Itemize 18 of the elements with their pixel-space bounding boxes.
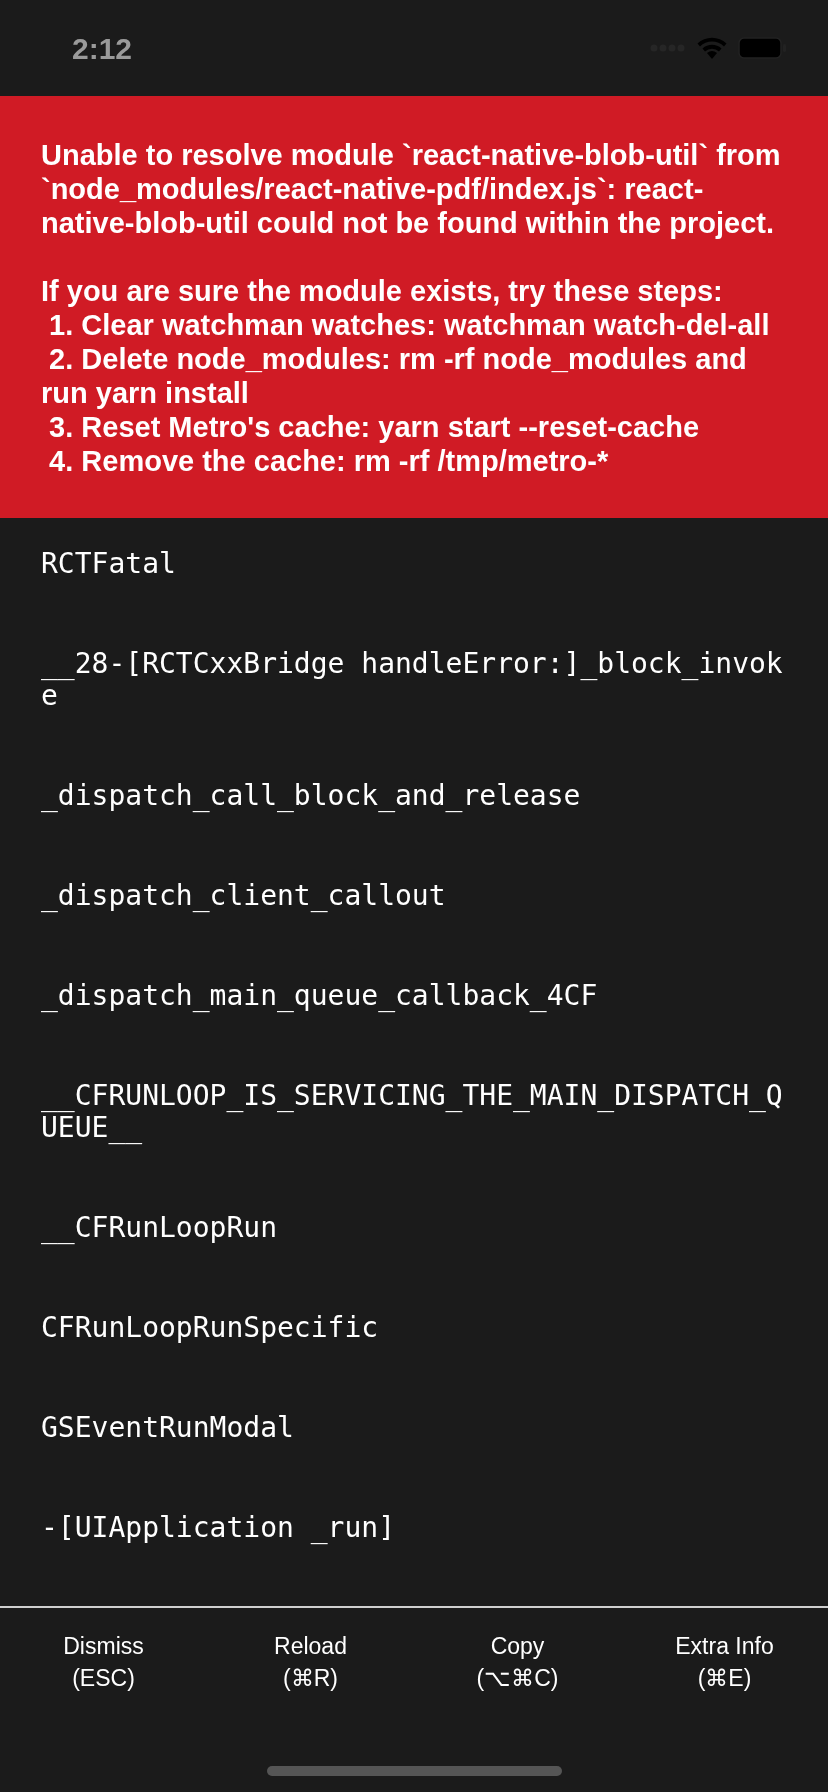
footer-button[interactable]: Reload (⌘R): [207, 1630, 414, 1694]
stack-frame: __CFRUNLOOP_IS_SERVICING_THE_MAIN_DISPATCH_QUEUE__: [41, 1080, 787, 1144]
stack-frame: -[UIApplication _run]: [41, 1512, 787, 1544]
footer-button[interactable]: Dismiss (ESC): [0, 1630, 207, 1694]
footer-button[interactable]: Extra Info (⌘E): [621, 1630, 828, 1694]
stack-frame: CFRunLoopRunSpecific: [41, 1312, 787, 1344]
stack-frame: _dispatch_client_callout: [41, 880, 787, 912]
stack-frame: _dispatch_main_queue_callback_4CF: [41, 980, 787, 1012]
wifi-icon: [696, 36, 728, 60]
stack-frame: _dispatch_call_block_and_release: [41, 780, 787, 812]
stack-frame: __28-[RCTCxxBridge handleError:]_block_invoke: [41, 648, 787, 712]
stack-frame: RCTFatal: [41, 548, 787, 580]
stack-frame: __CFRunLoopRun: [41, 1212, 787, 1244]
error-message: Unable to resolve module `react-native-blob-util` from `node_modules/react-native-pdf/index.js`: react-native-blob-util could not be found within the project. If you are sure the module exists, try these steps: 1. Clear watchman watches: watchman watch-del-all 2. Delete node_modules: rm -rf node_modules and run yarn install 3. Reset Metro's cache: yarn start --reset-cache 4. Remove the cache: rm -rf /tmp/metro-*: [41, 138, 782, 478]
footer-button[interactable]: Copy (⌥⌘C): [414, 1630, 621, 1694]
stack-frame: GSEventRunModal: [41, 1412, 787, 1444]
battery-icon: [738, 36, 788, 60]
status-time: 2:12: [72, 30, 133, 67]
